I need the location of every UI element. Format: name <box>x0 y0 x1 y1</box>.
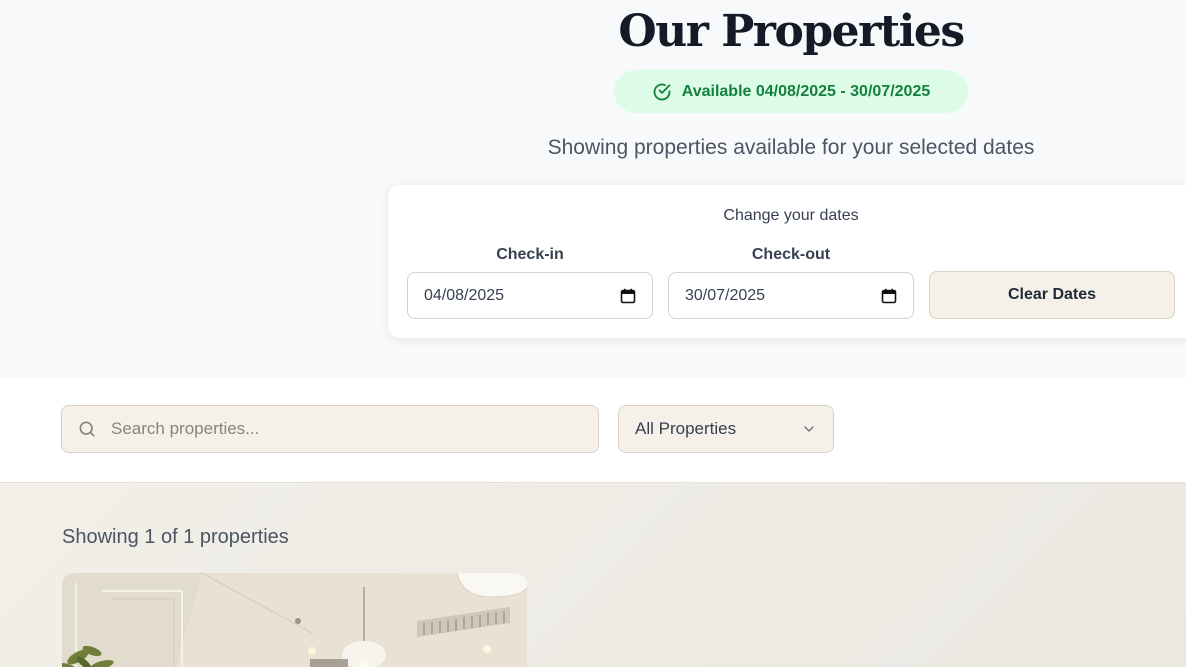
property-type-value: All Properties <box>635 419 737 438</box>
checkin-label: Check-in <box>496 246 564 263</box>
page-subtitle: Showing properties available for your se… <box>547 136 1035 159</box>
results-count: Showing 1 of 1 properties <box>62 526 289 548</box>
search-icon <box>79 421 95 437</box>
filter-bar: Search properties... All Properties <box>0 378 1186 483</box>
property-photo <box>62 573 527 667</box>
date-selector-card: Change your dates Check-in 04/08/2025 Ch… <box>388 185 1186 338</box>
availability-badge: Available 04/08/2025 - 30/07/2025 <box>614 70 968 113</box>
calendar-icon[interactable] <box>620 288 636 304</box>
hero-section: Our Properties Available 04/08/2025 - 30… <box>0 0 1186 378</box>
results-section: Showing 1 of 1 properties <box>0 483 1186 667</box>
property-card[interactable] <box>62 573 527 667</box>
date-card-title: Change your dates <box>723 207 859 224</box>
availability-text: Available 04/08/2025 - 30/07/2025 <box>681 82 931 100</box>
calendar-icon[interactable] <box>881 288 897 304</box>
checkout-label: Check-out <box>751 246 831 263</box>
page-title: Our Properties <box>618 6 965 57</box>
checkout-value: 30/07/2025 <box>685 286 766 304</box>
checkin-date-input[interactable]: 04/08/2025 <box>407 272 653 319</box>
checkout-date-input[interactable]: 30/07/2025 <box>668 272 914 319</box>
property-type-select[interactable]: All Properties <box>618 405 834 453</box>
clear-dates-button[interactable]: Clear Dates <box>929 271 1175 319</box>
chevron-down-icon <box>804 426 814 432</box>
search-placeholder: Search properties... <box>111 419 260 438</box>
checkin-value: 04/08/2025 <box>424 286 505 304</box>
check-circle-icon <box>653 83 671 100</box>
search-input[interactable]: Search properties... <box>61 405 599 453</box>
